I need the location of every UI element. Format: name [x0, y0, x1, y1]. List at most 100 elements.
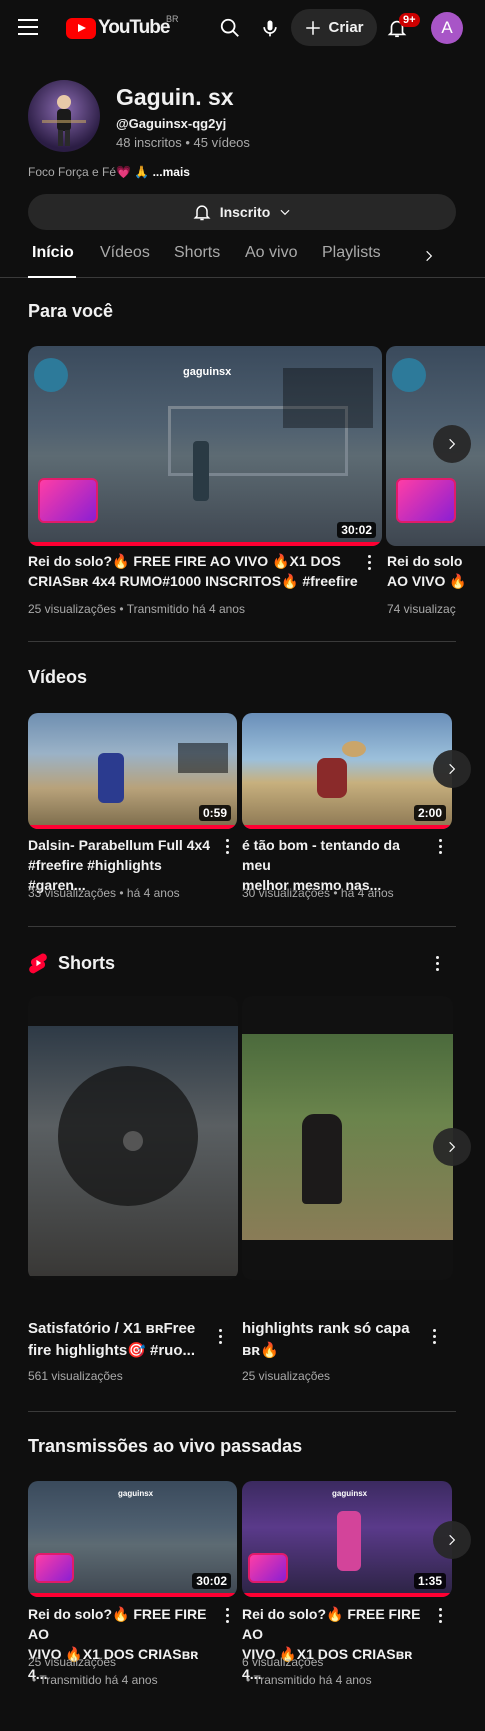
short-title-line: Satisfatório / X1 ʙʀFree: [28, 1320, 196, 1337]
video-duration: 30:02: [192, 1573, 231, 1589]
video-streamed-date: • Transmitido há 4 anos: [246, 1673, 372, 1687]
video-views: 6 visualizações: [242, 1655, 324, 1669]
section-divider: [28, 1411, 456, 1412]
thumbnail-watermark: gaguinsx: [332, 1489, 368, 1498]
short-views: 561 visualizações: [28, 1369, 123, 1383]
channel-name: Gaguin. sx: [116, 84, 234, 110]
youtube-logo[interactable]: YouTube BR: [66, 14, 179, 42]
video-thumbnail[interactable]: 0:59: [28, 713, 237, 829]
video-meta: 6 visualizações • Transmitido há 4 anos: [242, 1653, 372, 1689]
more-options-icon[interactable]: [368, 555, 372, 573]
thumbnail-airdrop: [342, 741, 366, 757]
tab-videos[interactable]: Vídeos: [100, 244, 150, 262]
video-thumbnail[interactable]: gaguinsx 1:35: [242, 1481, 452, 1597]
short-title-line: ʙʀ🔥: [242, 1342, 279, 1359]
notifications-badge: 9+: [399, 13, 420, 27]
section-divider: [28, 926, 456, 927]
section-title-videos: Vídeos: [28, 667, 88, 687]
channel-avatar[interactable]: [28, 80, 100, 152]
thumbnail-watermark: gaguinsx: [183, 366, 232, 378]
video-meta: 33 visualizações • há 4 anos: [28, 886, 180, 900]
top-bar: YouTube BR Criar 9+ A: [0, 0, 485, 56]
video-thumbnail[interactable]: 2:00: [242, 713, 452, 829]
create-label: Criar: [328, 19, 364, 36]
video-thumbnail[interactable]: gaguinsx 30:02: [28, 1481, 237, 1597]
more-options-icon[interactable]: [439, 839, 443, 857]
create-button[interactable]: Criar: [291, 9, 377, 46]
channel-description[interactable]: Foco Força e Fé💗 🙏 ...mais: [28, 165, 190, 179]
section-divider: [28, 641, 456, 642]
search-icon[interactable]: [212, 10, 248, 46]
logo-region: BR: [166, 14, 179, 24]
tab-shorts[interactable]: Shorts: [174, 244, 220, 262]
thumbnail-hud: [178, 743, 228, 773]
bell-icon: [193, 205, 211, 221]
watch-progress-bar: [242, 825, 452, 829]
youtube-play-icon: [66, 17, 96, 39]
video-thumbnail[interactable]: gaguinsx 30:02: [28, 346, 382, 546]
watch-progress-bar: [28, 542, 382, 546]
video-duration: 1:35: [413, 1573, 446, 1589]
video-meta: 25 visualizações • Transmitido há 4 anos: [28, 602, 245, 616]
channel-stats: 48 inscritos • 45 vídeos: [116, 135, 250, 150]
more-link[interactable]: ...mais: [153, 165, 190, 179]
tabs-scroll-right-icon[interactable]: [422, 246, 436, 271]
carousel-next-button[interactable]: [433, 1128, 471, 1166]
more-options-icon[interactable]: [433, 1329, 437, 1347]
thumbnail-emblem: [392, 358, 426, 392]
tab-playlists[interactable]: Playlists: [322, 244, 381, 262]
more-options-icon[interactable]: [226, 1608, 230, 1626]
plus-icon: [306, 20, 321, 35]
channel-handle: @Gaguinsx-qg2yj: [116, 116, 227, 131]
shorts-logo-icon: [29, 953, 47, 974]
thumbnail-emblem: [34, 358, 68, 392]
carousel-next-button[interactable]: [433, 425, 471, 463]
emote-wheel-center: [123, 1131, 143, 1151]
video-title-line: Rei do solo?🔥 FREE FIRE AO VIVO 🔥X1 DOS: [28, 553, 341, 569]
video-title-line: Rei do solo: [387, 553, 463, 569]
tab-ao-vivo[interactable]: Ao vivo: [245, 244, 297, 262]
carousel-next-button[interactable]: [433, 750, 471, 788]
thumbnail-overlay-badge: [248, 1553, 288, 1583]
microphone-icon[interactable]: [252, 10, 288, 46]
tab-inicio[interactable]: Início: [32, 244, 74, 262]
active-tab-indicator: [28, 276, 76, 278]
section-title-para-voce: Para você: [28, 301, 114, 321]
short-title-line: highlights rank só capa: [242, 1320, 410, 1337]
video-title-line: é tão bom - tentando da meu: [242, 837, 400, 873]
menu-icon[interactable]: [18, 19, 38, 35]
watch-progress-bar: [242, 1593, 452, 1597]
short-thumbnail[interactable]: [242, 996, 453, 1280]
video-views: 25 visualizações: [28, 1655, 117, 1669]
chevron-down-icon: [280, 209, 290, 216]
section-title-shorts: Shorts: [58, 952, 116, 973]
video-meta: 25 visualizações • Transmitido há 4 anos: [28, 1653, 158, 1689]
description-text: Foco Força e Fé💗 🙏: [28, 165, 150, 179]
short-frame: [242, 1034, 453, 1240]
short-title-line: fire highlights🎯 #ruo...: [28, 1342, 196, 1359]
channel-tabs: Início Vídeos Shorts Ao vivo Playlists: [0, 236, 485, 278]
video-title[interactable]: Rei do solo?🔥 FREE FIRE AO VIVO 🔥X1 DOS …: [28, 551, 358, 591]
short-title[interactable]: Satisfatório / X1 ʙʀFree fire highlights…: [28, 1318, 213, 1362]
more-options-icon[interactable]: [439, 1608, 443, 1626]
subscribed-button[interactable]: Inscrito: [28, 194, 456, 230]
section-title-past-live: Transmissões ao vivo passadas: [28, 1436, 303, 1456]
account-avatar[interactable]: A: [431, 12, 463, 44]
video-title-line: CRIASʙʀ 4x4 RUMO#1000 INSCRITOS🔥 #freefi…: [28, 573, 358, 589]
watch-progress-bar: [28, 825, 237, 829]
video-title[interactable]: Rei do solo AO VIVO 🔥: [387, 551, 485, 591]
video-streamed-date: • Transmitido há 4 anos: [32, 1673, 158, 1687]
video-title-line: AO VIVO 🔥: [387, 573, 467, 589]
short-title[interactable]: highlights rank só capa ʙʀ🔥: [242, 1318, 427, 1362]
video-meta: 74 visualizaç: [387, 602, 456, 616]
subscribed-label: Inscrito: [219, 204, 271, 220]
short-player: [302, 1114, 342, 1204]
thumbnail-weapon-panel: [283, 368, 373, 428]
short-thumbnail[interactable]: [28, 996, 238, 1280]
shorts-more-options-icon[interactable]: [436, 956, 440, 974]
thumbnail-overlay-badge: [396, 478, 456, 523]
more-options-icon[interactable]: [219, 1329, 223, 1347]
carousel-next-button[interactable]: [433, 1521, 471, 1559]
video-title-line: Rei do solo?🔥 FREE FIRE AO: [28, 1606, 207, 1642]
more-options-icon[interactable]: [226, 839, 230, 857]
